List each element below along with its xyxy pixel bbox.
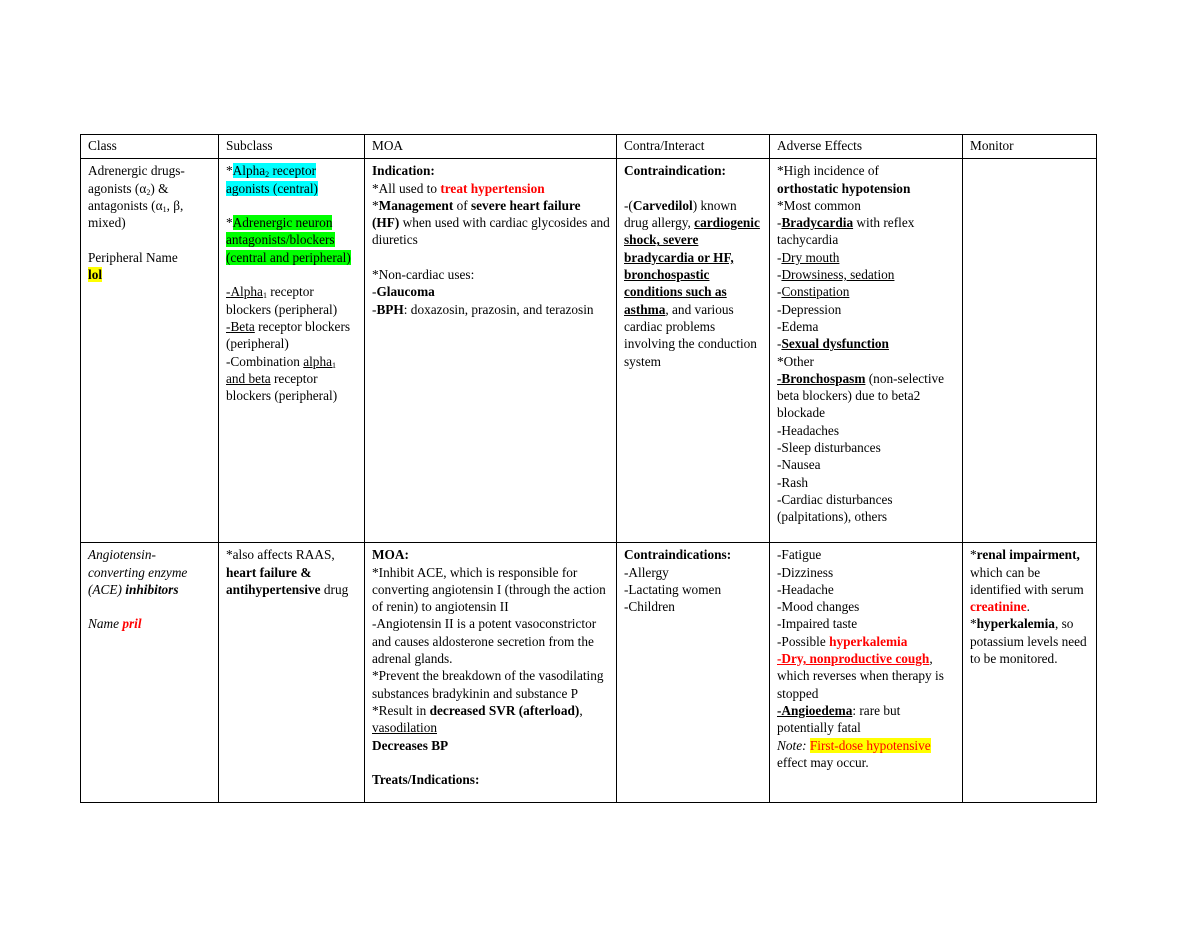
adverse-line: orthostatic hypotension <box>777 180 911 196</box>
adverse-line: -Rash <box>777 474 809 490</box>
cell-monitor <box>962 158 1097 544</box>
adverse-line: -Impaired taste <box>777 616 858 632</box>
moa-line: *Prevent the breakdown of the vasodilati… <box>372 668 604 701</box>
cell-contra: Contraindications: -Allergy -Lactating w… <box>616 542 770 804</box>
monitor-text: *hyperkalemia, so potassium levels need … <box>970 616 1087 667</box>
adverse-line: -Dizziness <box>777 564 834 580</box>
adverse-line: -Headaches <box>777 422 840 438</box>
cell-subclass: *also affects RAAS, heart failure & anti… <box>218 542 365 804</box>
moa-heading: MOA: <box>372 547 409 563</box>
adverse-note: Note: First-dose hypotensive effect may … <box>777 737 931 770</box>
adverse-line: -Angioedema: rare but potentially fatal <box>777 702 901 736</box>
moa-line: *Inhibit ACE, which is responsible for c… <box>372 564 606 615</box>
subclass-adrenergic-neuron: *Adrenergic neuron antagonists/blockers … <box>226 215 351 265</box>
moa-line: -BPH: doxazosin, prazosin, and terazosin <box>372 301 594 317</box>
adverse-line: -Sleep disturbances <box>777 440 881 456</box>
header-contra-interact: Contra/Interact <box>616 133 770 160</box>
header-moa: MOA <box>364 133 617 160</box>
adverse-line: *Most common <box>777 197 861 213</box>
cell-subclass: *Alpha2 receptor agonists (central) *Adr… <box>218 158 365 544</box>
moa-line: *Non-cardiac uses: <box>372 267 475 283</box>
adverse-line: -Possible hyperkalemia <box>777 633 908 649</box>
subclass-alpha1: -Alpha1 receptor blockers (peripheral) <box>226 284 338 317</box>
adverse-line: *High incidence of <box>777 163 879 179</box>
moa-line: *All used to treat hypertension <box>372 180 545 196</box>
monitor-text: *renal impairment, which can be identifi… <box>970 547 1084 615</box>
class-text: mixed) <box>88 215 126 231</box>
header-class: Class <box>80 133 219 160</box>
cell-moa: MOA: *Inhibit ACE, which is responsible … <box>364 542 617 804</box>
cell-monitor: *renal impairment, which can be identifi… <box>962 542 1097 804</box>
adverse-line: -Mood changes <box>777 599 860 615</box>
adverse-line: -Sexual dysfunction <box>777 336 889 352</box>
header-monitor: Monitor <box>962 133 1097 160</box>
contra-item: -Lactating women <box>624 581 722 597</box>
contra-item: -Children <box>624 599 675 615</box>
adverse-line: -Dry, nonproductive cough, which reverse… <box>777 651 944 701</box>
adverse-line: -Constipation <box>777 284 850 300</box>
class-text: Angiotensin-converting enzyme (ACE) inhi… <box>88 547 188 597</box>
class-text: agonists (α2) & <box>88 180 169 197</box>
table-row-adrenergic: Adrenergic drugs- agonists (α2) & antago… <box>80 158 1097 544</box>
header-row: Class Subclass MOA Contra/Interact Adver… <box>80 133 1097 160</box>
cell-class: Adrenergic drugs- agonists (α2) & antago… <box>80 158 219 544</box>
adverse-line: -Dry mouth <box>777 249 840 265</box>
class-text: antagonists (α1, β, <box>88 197 184 214</box>
contraindication-heading: Contraindication: <box>624 163 726 179</box>
drug-class-table: Class Subclass MOA Contra/Interact Adver… <box>80 133 1097 804</box>
header-adverse-effects: Adverse Effects <box>769 133 963 160</box>
subclass-text: *also affects RAAS, heart failure & anti… <box>226 547 349 597</box>
adverse-line: -Fatigue <box>777 547 822 563</box>
cell-moa: Indication: *All used to treat hypertens… <box>364 158 617 544</box>
adverse-line: -Bradycardia with reflex tachycardia <box>777 215 915 248</box>
subclass-beta: -Beta receptor blockers (peripheral) <box>226 318 351 352</box>
indication-heading: Indication: <box>372 163 435 179</box>
drug-name-suffix: Name pril <box>88 616 142 632</box>
adverse-line: -Bronchospasm (non-selective beta blocke… <box>777 370 945 421</box>
adverse-line: -Depression <box>777 301 842 317</box>
cell-contra: Contraindication: -(Carvedilol) known dr… <box>616 158 770 544</box>
contraindications-heading: Contraindications: <box>624 547 732 563</box>
cell-class: Angiotensin-converting enzyme (ACE) inhi… <box>80 542 219 804</box>
table-row-ace-inhibitors: Angiotensin-converting enzyme (ACE) inhi… <box>80 542 1097 804</box>
header-subclass: Subclass <box>218 133 365 160</box>
adverse-line: -Headache <box>777 581 834 597</box>
moa-line: -Glaucoma <box>372 284 435 300</box>
adverse-line: -Edema <box>777 318 819 334</box>
moa-line: Decreases BP <box>372 737 449 753</box>
cell-adverse: *High incidence of orthostatic hypotensi… <box>769 158 963 544</box>
contra-text: -(Carvedilol) known drug allergy, cardio… <box>624 197 760 369</box>
adverse-line: -Cardiac disturbances (palpitations), ot… <box>777 491 893 525</box>
moa-line: -Angiotensin II is a potent vasoconstric… <box>372 616 597 667</box>
subclass-alpha2: *Alpha2 receptor agonists (central) <box>226 163 318 196</box>
cell-adverse: -Fatigue -Dizziness -Headache -Mood chan… <box>769 542 963 804</box>
moa-line: *Result in decreased SVR (afterload), va… <box>372 702 583 736</box>
treats-heading: Treats/Indications: <box>372 772 480 788</box>
adverse-line: *Other <box>777 353 814 369</box>
subclass-combination: -Combination alpha1 and beta receptor bl… <box>226 353 338 404</box>
moa-line: *Management of severe heart failure (HF)… <box>372 197 610 248</box>
adverse-line: -Drowsiness, sedation <box>777 267 895 283</box>
peripheral-name-value: lol <box>88 267 103 283</box>
adverse-line: -Nausea <box>777 457 821 473</box>
class-text: Adrenergic drugs- <box>88 163 185 179</box>
contra-item: -Allergy <box>624 564 669 580</box>
peripheral-name-label: Peripheral Name <box>88 249 178 265</box>
